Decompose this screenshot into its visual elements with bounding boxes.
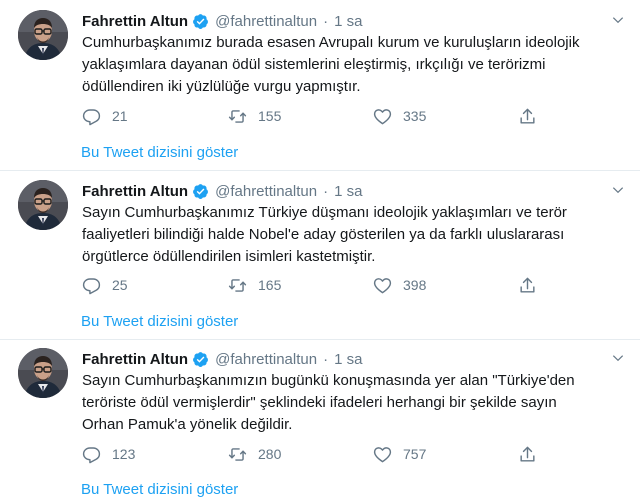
chevron-down-icon[interactable] bbox=[611, 351, 625, 365]
retweet-icon bbox=[228, 107, 247, 126]
retweet-count: 165 bbox=[258, 277, 282, 293]
like-button[interactable]: 335 bbox=[373, 106, 426, 126]
reply-icon bbox=[82, 445, 101, 464]
like-count: 398 bbox=[403, 277, 427, 293]
share-button[interactable] bbox=[518, 275, 537, 295]
tweet-actions: 21 155 335 bbox=[82, 106, 552, 126]
retweet-count: 155 bbox=[258, 108, 282, 124]
author-name[interactable]: Fahrettin Altun bbox=[82, 13, 188, 30]
reply-count: 123 bbox=[112, 446, 136, 462]
chevron-down-icon[interactable] bbox=[611, 13, 625, 27]
share-button[interactable] bbox=[518, 444, 537, 464]
tweet-timestamp[interactable]: 1 sa bbox=[334, 351, 362, 368]
like-count: 757 bbox=[403, 446, 427, 462]
separator-dot: · bbox=[323, 12, 329, 30]
like-count: 335 bbox=[403, 108, 427, 124]
share-button[interactable] bbox=[518, 106, 537, 126]
tweet-actions: 25 165 398 bbox=[82, 275, 552, 295]
verified-badge-icon bbox=[192, 183, 209, 200]
tweet-header: Fahrettin Altun @fahrettinaltun · 1 sa bbox=[82, 180, 362, 202]
reply-count: 21 bbox=[112, 108, 128, 124]
tweet-text: Sayın Cumhurbaşkanımız Türkiye düşmanı i… bbox=[82, 204, 567, 265]
verified-badge-icon bbox=[192, 351, 209, 368]
tweet-header: Fahrettin Altun @fahrettinaltun · 1 sa bbox=[82, 10, 362, 32]
verified-badge-icon bbox=[192, 13, 209, 30]
avatar[interactable] bbox=[18, 348, 68, 398]
tweet-timestamp[interactable]: 1 sa bbox=[334, 183, 362, 200]
retweet-button[interactable]: 155 bbox=[228, 106, 281, 126]
like-icon bbox=[373, 276, 392, 295]
chevron-down-icon[interactable] bbox=[611, 183, 625, 197]
author-name[interactable]: Fahrettin Altun bbox=[82, 351, 188, 368]
reply-count: 25 bbox=[112, 277, 128, 293]
retweet-button[interactable]: 165 bbox=[228, 275, 281, 295]
tweet-actions: 123 280 757 bbox=[82, 444, 552, 464]
like-button[interactable]: 757 bbox=[373, 444, 426, 464]
share-icon bbox=[518, 445, 537, 464]
share-icon bbox=[518, 276, 537, 295]
reply-button[interactable]: 21 bbox=[82, 106, 128, 126]
share-icon bbox=[518, 107, 537, 126]
tweet-text: Cumhurbaşkanımız burada esasen Avrupalı … bbox=[82, 34, 580, 95]
retweet-icon bbox=[228, 276, 247, 295]
author-handle[interactable]: @fahrettinaltun bbox=[215, 351, 317, 368]
reply-icon bbox=[82, 107, 101, 126]
reply-button[interactable]: 123 bbox=[82, 444, 135, 464]
retweet-icon bbox=[228, 445, 247, 464]
show-thread-link[interactable]: Bu Tweet dizisini göster bbox=[81, 313, 238, 330]
retweet-button[interactable]: 280 bbox=[228, 444, 281, 464]
tweet-divider bbox=[0, 170, 640, 171]
separator-dot: · bbox=[323, 350, 329, 368]
like-icon bbox=[373, 107, 392, 126]
show-thread-link[interactable]: Bu Tweet dizisini göster bbox=[81, 481, 238, 498]
reply-button[interactable]: 25 bbox=[82, 275, 128, 295]
like-button[interactable]: 398 bbox=[373, 275, 426, 295]
like-icon bbox=[373, 445, 392, 464]
author-handle[interactable]: @fahrettinaltun bbox=[215, 13, 317, 30]
author-handle[interactable]: @fahrettinaltun bbox=[215, 183, 317, 200]
retweet-count: 280 bbox=[258, 446, 282, 462]
show-thread-link[interactable]: Bu Tweet dizisini göster bbox=[81, 144, 238, 161]
tweet-text: Sayın Cumhurbaşkanımızın bugünkü konuşma… bbox=[82, 372, 575, 433]
reply-icon bbox=[82, 276, 101, 295]
author-name[interactable]: Fahrettin Altun bbox=[82, 183, 188, 200]
avatar-image bbox=[18, 180, 68, 230]
avatar-image bbox=[18, 10, 68, 60]
separator-dot: · bbox=[323, 182, 329, 200]
tweet-divider bbox=[0, 339, 640, 340]
avatar-image bbox=[18, 348, 68, 398]
tweet-timestamp[interactable]: 1 sa bbox=[334, 13, 362, 30]
tweet-header: Fahrettin Altun @fahrettinaltun · 1 sa bbox=[82, 348, 362, 370]
avatar[interactable] bbox=[18, 10, 68, 60]
avatar[interactable] bbox=[18, 180, 68, 230]
